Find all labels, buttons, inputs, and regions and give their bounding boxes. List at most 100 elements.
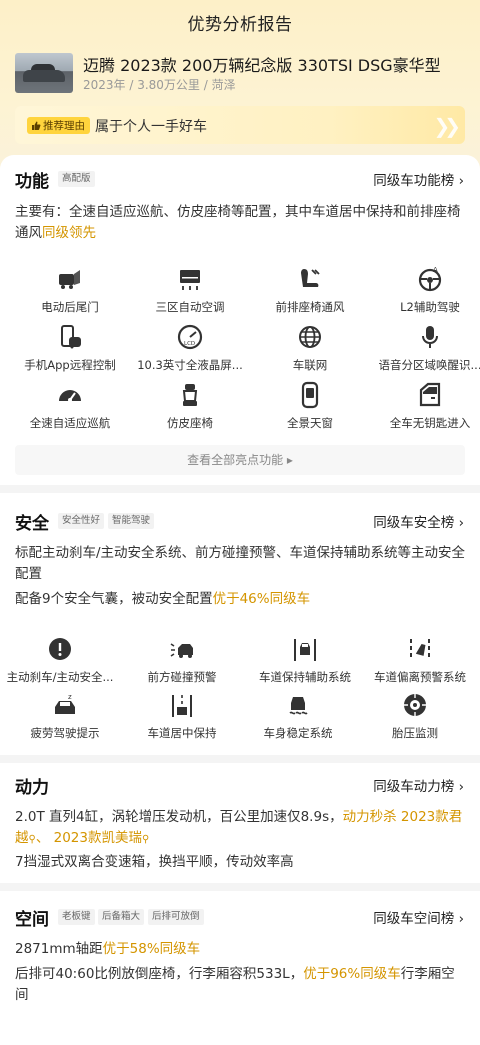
seat-icon <box>182 384 198 406</box>
space-desc2-main: 后排可40:60比例放倒座椅，行李厢容积533L， <box>15 966 304 982</box>
tire-icon <box>404 694 426 716</box>
lcd-icon: LCD <box>177 324 203 350</box>
safety-desc2-main: 配备9个安全气囊，被动安全配置 <box>15 591 213 607</box>
section-divider <box>0 883 480 891</box>
feature-item[interactable]: 电动后尾门 <box>10 265 130 315</box>
feature-item[interactable]: 全景天窗 <box>250 381 370 431</box>
door-icon <box>419 382 441 407</box>
search-icon: ⚲ <box>28 834 36 845</box>
globe-icon <box>299 326 321 348</box>
power-rank-link[interactable]: 同级车动力榜 › <box>373 775 464 795</box>
feature-item[interactable]: 前方碰撞预警 <box>122 635 242 685</box>
speedometer-icon <box>59 390 81 402</box>
space-tag: 后备箱大 <box>98 909 145 925</box>
chevron-right-icon: › <box>458 911 464 927</box>
feature-item[interactable]: 车联网 <box>250 323 370 373</box>
space-tag: 老板键 <box>58 909 95 925</box>
feature-item[interactable]: A L2辅助驾驶 <box>370 265 480 315</box>
feature-label: 车联网 <box>292 358 328 372</box>
function-rank-label: 同级车功能榜 <box>373 173 455 189</box>
feature-label: 车身稳定系统 <box>263 726 333 740</box>
feature-item[interactable]: z 疲劳驾驶提示 <box>5 691 125 741</box>
lane-center-icon <box>172 695 192 717</box>
chevron-right-icon: › <box>458 779 464 795</box>
feature-label: 电动后尾门 <box>41 300 99 314</box>
phone-icon <box>61 325 81 349</box>
feature-item[interactable]: 车道居中保持 <box>122 691 242 741</box>
feature-label: 前方碰撞预警 <box>147 670 217 684</box>
car-header[interactable]: 迈腾 2023款 200万辆纪念版 330TSI DSG豪华型 2023年 / … <box>15 52 470 94</box>
function-rank-link[interactable]: 同级车功能榜 › <box>373 169 464 189</box>
feature-label: 胎压监测 <box>392 726 438 740</box>
feature-label: 语音分区域唤醒识... <box>378 358 480 372</box>
power-title: 动力 <box>15 778 49 798</box>
safety-description: 标配主动刹车/主动安全系统、前方碰撞预警、车道保持辅助系统等主动安全配置 <box>15 545 466 582</box>
safety-desc2-highlight: 优于46%同级车 <box>212 591 311 607</box>
thumbs-up-icon <box>32 121 41 130</box>
svg-text:z: z <box>68 693 72 701</box>
feature-label: 疲劳驾驶提示 <box>30 726 100 740</box>
space-tag: 后排可放倒 <box>148 909 204 925</box>
tailgate-icon <box>59 270 80 289</box>
car-name: 迈腾 2023款 200万辆纪念版 330TSI DSG豪华型 <box>83 56 441 75</box>
seat-vent-icon <box>301 269 320 287</box>
power-desc1-separator: 、 <box>35 830 50 846</box>
advantage-report-page: 优势分析报告 迈腾 2023款 200万辆纪念版 330TSI DSG豪华型 2… <box>0 0 480 1045</box>
chevron-right-icon: › <box>458 515 464 531</box>
page-title: 优势分析报告 <box>187 15 293 35</box>
car-meta: 2023年 / 3.80万公里 / 菏泽 <box>83 78 236 92</box>
stability-icon <box>289 697 308 715</box>
section-divider <box>0 755 480 763</box>
function-tag: 高配版 <box>58 171 95 187</box>
lane-keep-icon <box>294 639 316 661</box>
collision-icon <box>170 643 193 658</box>
feature-label: 车道居中保持 <box>147 726 217 740</box>
fatigue-icon: z <box>55 693 75 714</box>
steering-icon: A <box>418 266 442 292</box>
feature-label: 车道保持辅助系统 <box>259 670 351 684</box>
safety-airbag-description: 配备9个安全气囊，被动安全配置优于46%同级车 <box>15 589 467 610</box>
feature-item[interactable]: 手机App远程控制 <box>10 323 130 373</box>
climate-icon <box>180 270 200 290</box>
svg-text:A: A <box>433 266 438 274</box>
car-thumbnail <box>15 53 73 93</box>
feature-label: 仿皮座椅 <box>167 416 213 430</box>
feature-item[interactable]: 主动刹车/主动安全... <box>0 635 120 685</box>
recommend-badge: 推荐理由 <box>27 117 90 134</box>
feature-item[interactable]: LCD 10.3英寸全液晶屏... <box>130 323 250 373</box>
function-description: 主要有：全速自适应巡航、仿皮座椅等配置，其中车道居中保持和前排座椅通风同级领先 <box>15 202 467 244</box>
space-rank-link[interactable]: 同级车空间榜 › <box>373 907 464 927</box>
feature-item[interactable]: 全车无钥匙进入 <box>370 381 480 431</box>
feature-item[interactable]: 车身稳定系统 <box>238 691 358 741</box>
feature-item[interactable]: 全速自适应巡航 <box>10 381 130 431</box>
brake-icon <box>49 638 71 660</box>
space-desc2-highlight: 优于96%同级车 <box>303 966 401 982</box>
feature-item[interactable]: 语音分区域唤醒识... <box>370 323 480 373</box>
recommend-text: 属于个人一手好车 <box>95 119 207 135</box>
feature-label: 10.3英寸全液晶屏... <box>137 358 243 372</box>
feature-item[interactable]: 前排座椅通风 <box>250 265 370 315</box>
safety-tag: 安全性好 <box>58 513 105 529</box>
power-card: 动力 同级车动力榜 › 2.0T 直列4缸，涡轮增压发动机，百公里加速仅8.9s… <box>0 763 480 883</box>
power-rank-label: 同级车动力榜 <box>373 779 455 795</box>
section-divider <box>0 485 480 493</box>
feature-item[interactable]: 仿皮座椅 <box>130 381 250 431</box>
safety-rank-link[interactable]: 同级车安全榜 › <box>373 511 464 531</box>
feature-item[interactable]: 车道偏离预警系统 <box>360 635 480 685</box>
feature-label: 全景天窗 <box>287 416 333 430</box>
svg-text:LCD: LCD <box>184 341 195 347</box>
feature-item[interactable]: 车道保持辅助系统 <box>245 635 365 685</box>
function-desc-highlight: 同级领先 <box>42 225 96 241</box>
space-wheelbase-description: 2871mm轴距优于58%同级车 <box>15 939 467 960</box>
power-transmission-description: 7挡湿式双离合变速箱，换挡平顺，传动效率高 <box>15 854 294 870</box>
sunroof-icon <box>301 381 319 409</box>
search-icon: ⚲ <box>141 834 150 845</box>
feature-item[interactable]: 胎压监测 <box>355 691 475 741</box>
view-all-features-button[interactable]: 查看全部亮点功能 ▸ <box>15 445 465 475</box>
feature-label: L2辅助驾驶 <box>400 300 460 314</box>
recommend-banner: 推荐理由 属于个人一手好车 ❯❯ <box>15 106 465 144</box>
feature-label: 主动刹车/主动安全... <box>6 670 114 684</box>
function-title: 功能 <box>15 172 49 192</box>
feature-item[interactable]: 三区自动空调 <box>130 265 250 315</box>
power-compare-link-2[interactable]: 2023款凯美瑞⚲ <box>54 830 150 846</box>
